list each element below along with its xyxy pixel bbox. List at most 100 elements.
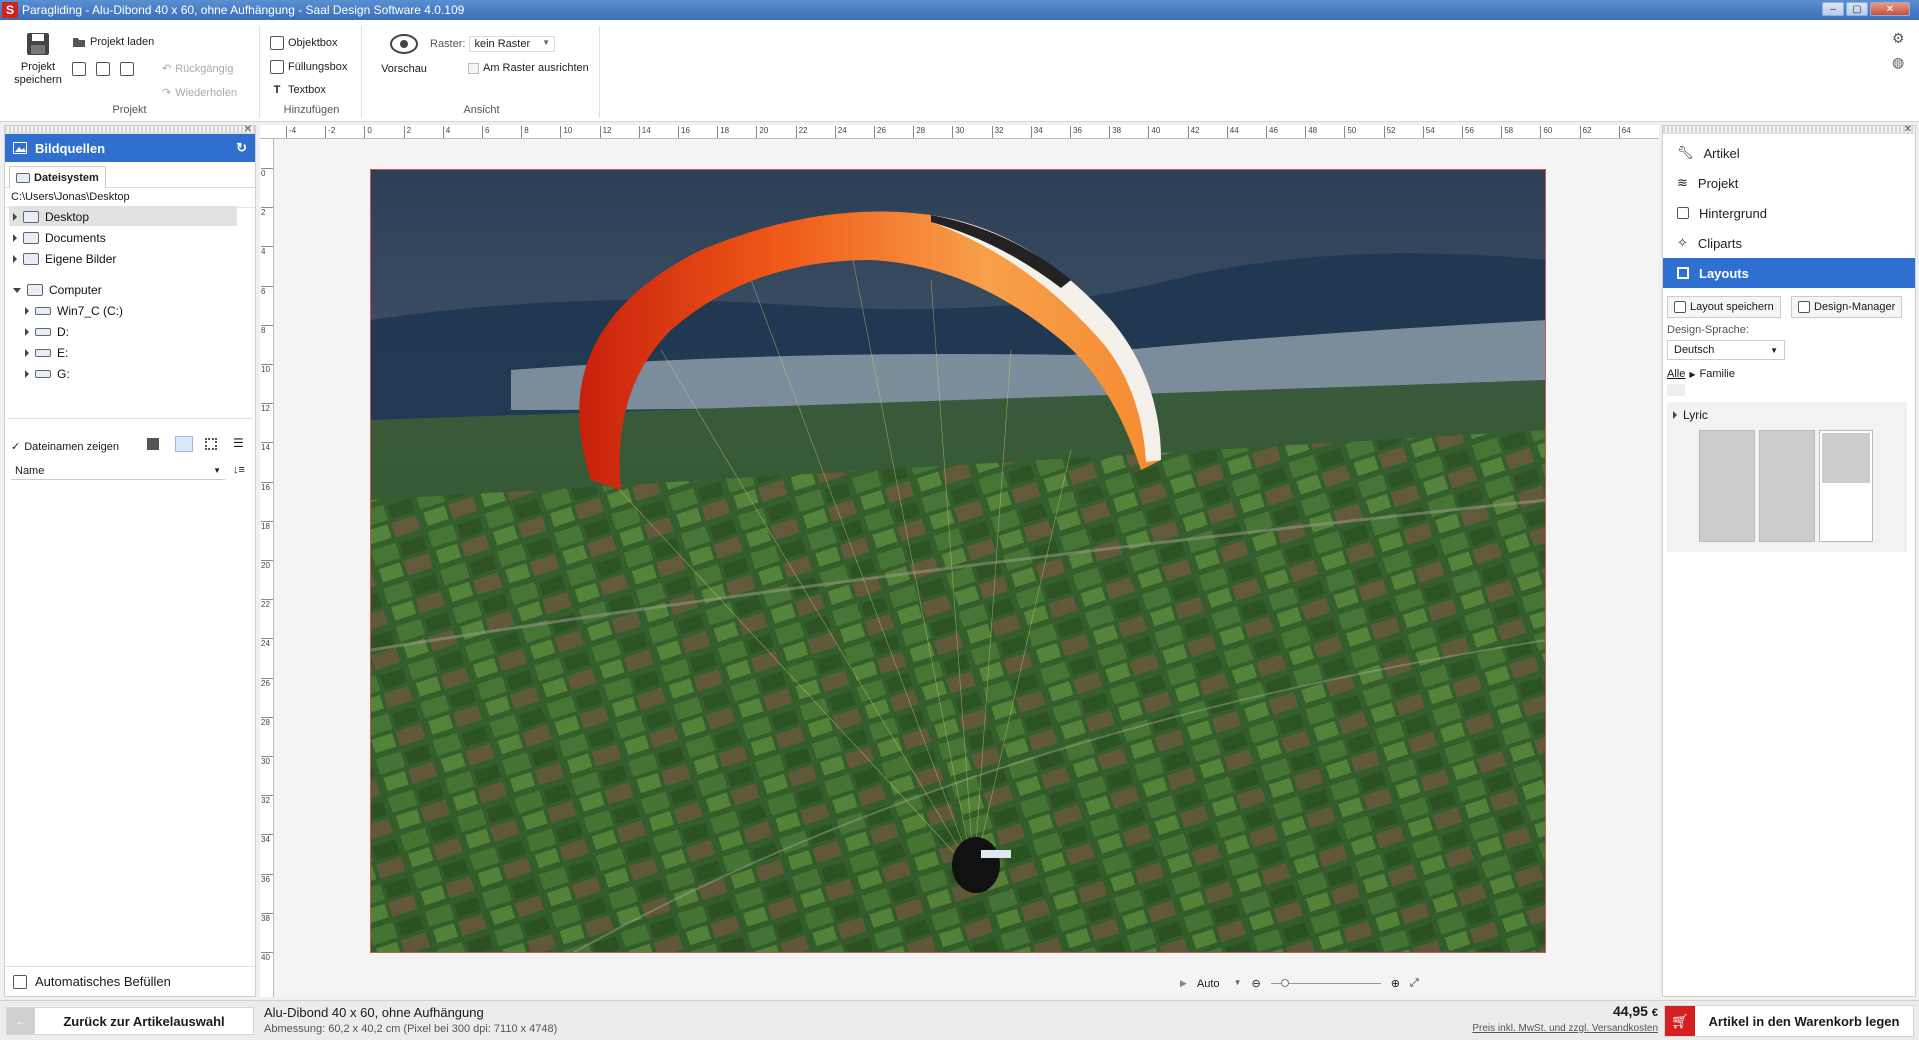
paragliding-photo[interactable] (370, 169, 1546, 953)
ruler-tick-label: 26 (261, 677, 273, 688)
auto-fill-button[interactable]: Automatisches Befüllen (5, 966, 255, 996)
ribbon-group-hinzufuegen: Objektbox Füllungsbox T Textbox Hinzufüg… (262, 26, 362, 118)
redo-button[interactable]: ↷ Wiederholen (162, 86, 237, 100)
fit-to-screen-icon[interactable]: ⤢ (1410, 977, 1419, 990)
ruler-tick-label: 36 (261, 873, 273, 884)
globe-icon[interactable]: ◍ (1892, 54, 1904, 71)
expand-icon[interactable] (13, 234, 17, 242)
design-language-select[interactable]: Deutsch ▼ (1667, 340, 1785, 360)
save-layout-button[interactable]: Layout speichern (1667, 296, 1781, 318)
expand-icon[interactable] (13, 255, 17, 263)
nav-layouts[interactable]: Layouts (1663, 258, 1915, 288)
tree-item-drive-c[interactable]: Win7_C (C:) (25, 304, 123, 318)
price-currency: € (1651, 1007, 1658, 1019)
tree-item-drive-e[interactable]: E: (25, 346, 68, 360)
save-project-button[interactable]: Projekt speichern (10, 30, 66, 87)
design-manager-button[interactable]: Design-Manager (1791, 296, 1903, 318)
eye-icon (390, 34, 418, 54)
drive-icon (35, 328, 51, 336)
layout-thumbnail[interactable] (1759, 430, 1815, 542)
refresh-icon[interactable]: ↻ (236, 140, 247, 156)
collapse-icon[interactable] (13, 287, 21, 293)
tree-item-eigene-bilder[interactable]: Eigene Bilder (13, 252, 116, 266)
zoom-in-icon[interactable]: ⊕ (1391, 977, 1400, 990)
close-panel-icon[interactable]: ✕ (1904, 124, 1912, 135)
zoom-slider[interactable] (1270, 979, 1381, 987)
back-to-articles-button[interactable]: ← Zurück zur Artikelauswahl (6, 1007, 254, 1035)
breadcrumb-family[interactable]: Familie (1700, 368, 1735, 380)
price-note-link[interactable]: Preis inkl. MwSt. und zzgl. Versandkoste… (1440, 1023, 1658, 1034)
ruler-tick-label: 34 (1030, 126, 1043, 138)
zoom-out-icon[interactable]: ⊖ (1251, 977, 1260, 990)
play-icon[interactable]: ▶ (1180, 978, 1187, 989)
save-layout-label: Layout speichern (1690, 301, 1774, 313)
nav-cliparts[interactable]: ✧ Cliparts (1663, 228, 1915, 258)
panel-grip[interactable] (1663, 126, 1915, 134)
expand-icon[interactable] (25, 307, 29, 315)
sort-select[interactable]: Name ▼ (11, 462, 225, 480)
tree-item-computer[interactable]: Computer (13, 283, 102, 297)
view-large-icon[interactable] (147, 438, 159, 450)
nav-projekt[interactable]: ≋ Projekt (1663, 168, 1915, 198)
save-layout-icon (1674, 301, 1686, 313)
new-page-icon[interactable] (72, 62, 86, 76)
tree-item-drive-g[interactable]: G: (25, 367, 70, 381)
ruler-tick-label: 38 (261, 912, 273, 923)
settings-gear-icon[interactable]: ⚙ (1892, 30, 1905, 47)
raster-select[interactable]: kein Raster ▼ (469, 36, 556, 52)
splitter[interactable] (7, 418, 253, 419)
clear-filter-icon[interactable] (1667, 384, 1685, 396)
expand-icon[interactable] (25, 370, 29, 378)
category-header[interactable]: Lyric (1667, 402, 1907, 428)
fuellungsbox-button[interactable]: Füllungsbox (270, 60, 347, 74)
sort-direction-icon[interactable]: ↓≡ (233, 464, 245, 476)
view-medium-icon[interactable] (175, 436, 193, 452)
tree-item-desktop[interactable]: Desktop (13, 210, 89, 224)
textbox-button[interactable]: T Textbox (270, 84, 326, 96)
tab-dateisystem[interactable]: Dateisystem (9, 166, 106, 188)
undo-button[interactable]: ↶ Rückgängig (162, 62, 233, 76)
layout-thumbnail[interactable] (1819, 430, 1873, 542)
clipart-icon: ✧ (1677, 235, 1688, 250)
nav-hintergrund[interactable]: Hintergrund (1663, 198, 1915, 228)
folder-icon (73, 38, 85, 47)
title-bar: S Paragliding - Alu-Dibond 40 x 60, ohne… (0, 0, 1919, 20)
nav-artikel[interactable]: 🔧︎ Artikel (1663, 138, 1915, 168)
expand-icon[interactable] (25, 349, 29, 357)
breadcrumb-all[interactable]: Alle (1667, 368, 1685, 380)
ruler-tick-label: 34 (261, 834, 273, 844)
panel-grip[interactable] (5, 126, 255, 134)
tree-item-documents[interactable]: Documents (13, 231, 106, 245)
add-page-icon[interactable] (96, 62, 110, 76)
article-dimensions: Abmessung: 60,2 x 40,2 cm (Pixel bei 300… (264, 1023, 558, 1035)
ruler-tick-label: 14 (638, 126, 651, 138)
add-to-cart-button[interactable]: 🛒︎ Artikel in den Warenkorb legen (1664, 1005, 1914, 1037)
ruler-tick-label: 32 (991, 126, 1004, 138)
tree-label: Computer (49, 283, 102, 297)
snap-to-grid-checkbox[interactable]: Am Raster ausrichten (468, 62, 589, 74)
view-list-icon[interactable]: ☰ (233, 436, 244, 450)
expand-icon[interactable] (25, 328, 29, 336)
design-manager-label: Design-Manager (1814, 301, 1896, 313)
fuellungsbox-icon (270, 60, 284, 74)
show-filenames-checkbox[interactable]: ✓ Dateinamen zeigen (11, 440, 119, 454)
expand-icon[interactable] (13, 213, 17, 221)
design-canvas[interactable]: -4 -2 0 2 4 6 8 10 12 14 16 18 20 22 24 26 28 30 32 34 36 38 4… (260, 125, 1659, 997)
close-window-button[interactable]: ✕ (1870, 2, 1910, 16)
zoom-select[interactable]: Auto ▼ (1197, 978, 1242, 990)
layout-thumbnail[interactable] (1699, 430, 1755, 542)
view-small-icon[interactable] (205, 438, 217, 450)
page-grid-icon[interactable] (120, 62, 134, 76)
preview-button[interactable]: Vorschau (372, 32, 436, 75)
path-field[interactable]: C:\Users\Jonas\Desktop (5, 188, 255, 208)
load-project-button[interactable]: Projekt laden (72, 36, 154, 48)
tree-item-drive-d[interactable]: D: (25, 325, 69, 339)
auto-fill-label: Automatisches Befüllen (35, 974, 171, 989)
ruler-tick-label: 0 (364, 126, 372, 138)
objektbox-button[interactable]: Objektbox (270, 36, 338, 50)
minimize-button[interactable]: – (1822, 2, 1844, 16)
redo-icon: ↷ (162, 87, 172, 99)
zoom-slider-thumb[interactable] (1280, 979, 1289, 987)
maximize-button[interactable]: ▢ (1846, 2, 1868, 16)
sort-select-value: Name (15, 464, 45, 477)
